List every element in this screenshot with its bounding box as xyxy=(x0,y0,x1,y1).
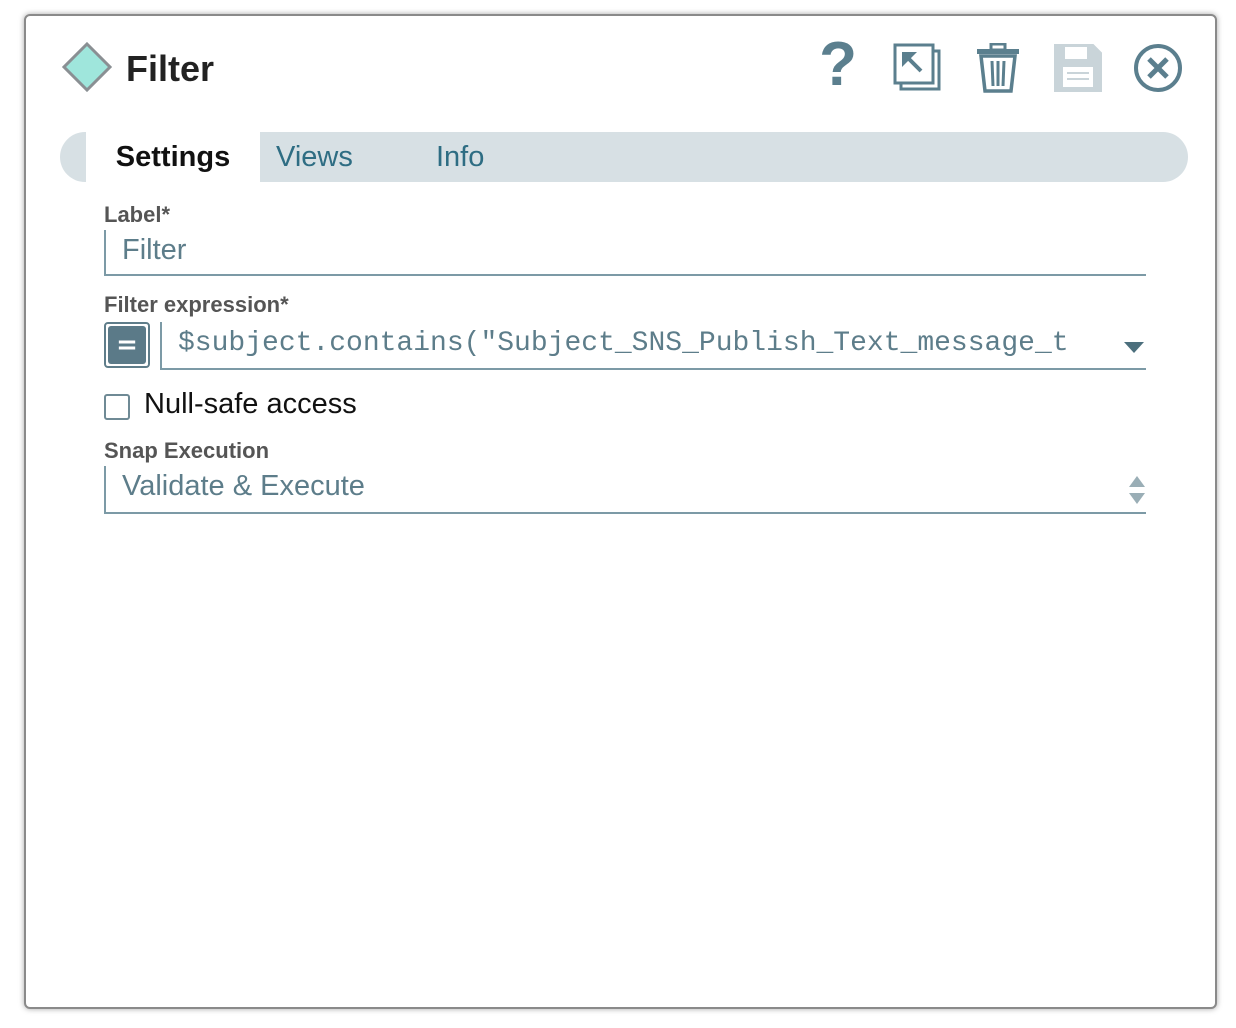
close-icon xyxy=(1134,44,1182,92)
filter-settings-dialog: Filter ? Settings Views Info Label* Filt… xyxy=(24,14,1217,1009)
trash-icon xyxy=(977,43,1019,93)
null-safe-checkbox[interactable] xyxy=(104,394,130,420)
delete-button[interactable] xyxy=(971,41,1025,95)
snap-execution-value: Validate & Execute xyxy=(122,470,365,502)
export-button[interactable] xyxy=(891,41,945,95)
select-arrows-icon xyxy=(1128,474,1146,506)
null-safe-label: Null-safe access xyxy=(144,388,357,420)
save-icon xyxy=(1054,44,1102,92)
export-icon xyxy=(893,43,941,91)
help-button[interactable]: ? xyxy=(811,34,865,96)
close-button[interactable] xyxy=(1131,41,1185,95)
help-icon: ? xyxy=(819,30,857,99)
tab-views[interactable]: Views xyxy=(276,132,353,182)
filter-expression-input[interactable]: $subject.contains("Subject_SNS_Publish_T… xyxy=(160,322,1146,370)
filter-expression-label: Filter expression* xyxy=(104,292,289,317)
expression-toggle-button[interactable]: = xyxy=(104,322,150,368)
snap-execution-label: Snap Execution xyxy=(104,438,270,463)
tab-info[interactable]: Info xyxy=(436,132,484,182)
dialog-title: Filter xyxy=(126,48,215,89)
toolbar: ? xyxy=(811,34,1185,96)
tab-settings[interactable]: Settings xyxy=(86,132,260,182)
label-field-label: Label* xyxy=(104,202,171,227)
tab-bar: Settings Views Info xyxy=(60,132,1188,182)
dialog-header: Filter ? xyxy=(26,16,1215,126)
diamond-icon xyxy=(61,41,113,93)
label-input-value: Filter xyxy=(122,234,187,266)
snap-execution-select[interactable]: Validate & Execute xyxy=(104,466,1146,514)
expression-dropdown-icon[interactable] xyxy=(1116,338,1146,358)
equals-icon: = xyxy=(108,326,146,364)
filter-expression-value: $subject.contains("Subject_SNS_Publish_T… xyxy=(178,328,1069,359)
save-button[interactable] xyxy=(1051,41,1105,95)
label-input[interactable]: Filter xyxy=(104,230,1146,276)
